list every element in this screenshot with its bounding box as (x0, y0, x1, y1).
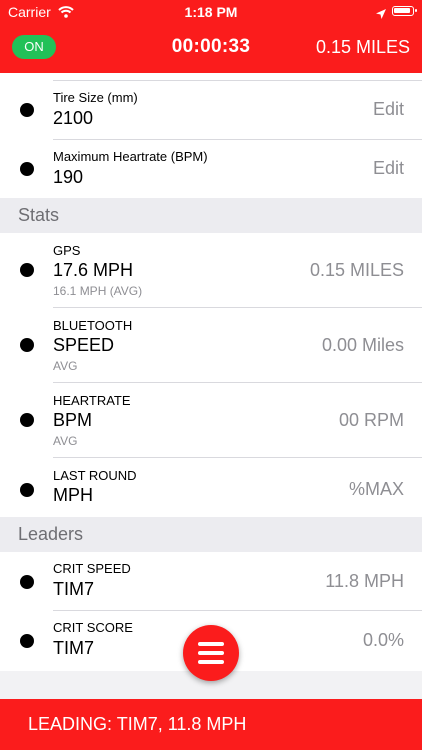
leader-label: CRIT SCORE (53, 620, 133, 635)
leader-label: CRIT SPEED (53, 561, 131, 576)
battery-icon (392, 6, 417, 16)
stat-subvalue: AVG (53, 434, 78, 448)
setting-label: Maximum Heartrate (BPM) (53, 149, 208, 164)
stat-label: LAST ROUND (53, 468, 137, 483)
bullet-dot-icon (20, 162, 34, 176)
edit-button[interactable]: Edit (373, 158, 404, 179)
bullet-dot-icon (20, 575, 34, 589)
leader-name: TIM7 (53, 579, 95, 599)
setting-value: 190 (53, 167, 84, 187)
menu-button[interactable] (183, 625, 239, 681)
stat-label: GPS (53, 243, 81, 258)
bullet-dot-icon (20, 413, 34, 427)
bullet-dot-icon (20, 103, 34, 117)
stat-right-value: %MAX (348, 479, 404, 499)
stat-subvalue: AVG (53, 359, 78, 373)
bullet-dot-icon (20, 263, 34, 277)
stat-right-value: 00 RPM (338, 410, 404, 430)
stats-row-last-round[interactable]: LAST ROUND MPH %MAX (0, 458, 422, 517)
leader-value: 0.0% (362, 630, 404, 650)
ride-distance: 0.15 MILES (315, 37, 410, 57)
setting-row-max-heartrate[interactable]: Maximum Heartrate (BPM) 190 Edit (0, 140, 422, 198)
leading-banner: LEADING: TIM7, 11.8 MPH (0, 699, 422, 750)
stat-value: SPEED (53, 335, 115, 355)
bullet-dot-icon (20, 634, 34, 648)
leader-value: 11.8 MPH (325, 571, 404, 591)
stat-label: BLUETOOTH (53, 318, 133, 333)
stat-value: BPM (53, 410, 93, 430)
setting-row-tire-size[interactable]: Tire Size (mm) 2100 Edit (0, 81, 422, 140)
stat-label: HEARTRATE (53, 393, 131, 408)
status-time: 1:18 PM (184, 4, 238, 20)
leader-name: TIM7 (53, 638, 95, 658)
stat-right-value: 0.15 MILES (309, 260, 404, 280)
leaders-row-crit-speed[interactable]: CRIT SPEED TIM7 11.8 MPH (0, 552, 422, 611)
stats-row-heartrate[interactable]: HEARTRATE BPM AVG 00 RPM (0, 383, 422, 458)
stats-row-bluetooth[interactable]: BLUETOOTH SPEED AVG 0.00 Miles (0, 308, 422, 383)
setting-label: Tire Size (mm) (53, 90, 138, 105)
stat-value: MPH (53, 485, 93, 505)
settings-list[interactable]: Tire Size (mm) 2100 Edit Maximum Heartra… (0, 73, 422, 699)
setting-value: 2100 (53, 108, 94, 128)
status-bar: Carrier 1:18 PM (0, 0, 422, 24)
stat-right-value: 0.00 Miles (321, 335, 404, 355)
stat-subvalue: 16.1 MPH (AVG) (53, 284, 143, 298)
top-header: Carrier 1:18 PM ON 00:00:33 0.15 MILES (0, 0, 422, 73)
location-arrow-icon (376, 6, 386, 24)
bullet-dot-icon (20, 483, 34, 497)
bullet-dot-icon (20, 338, 34, 352)
stats-row-gps[interactable]: GPS 17.6 MPH 16.1 MPH (AVG) 0.15 MILES (0, 233, 422, 308)
edit-button[interactable]: Edit (373, 99, 404, 120)
section-header-leaders: Leaders (0, 517, 422, 552)
section-header-stats: Stats (0, 198, 422, 233)
list-top-edge (0, 73, 422, 81)
stat-value: 17.6 MPH (53, 260, 134, 280)
